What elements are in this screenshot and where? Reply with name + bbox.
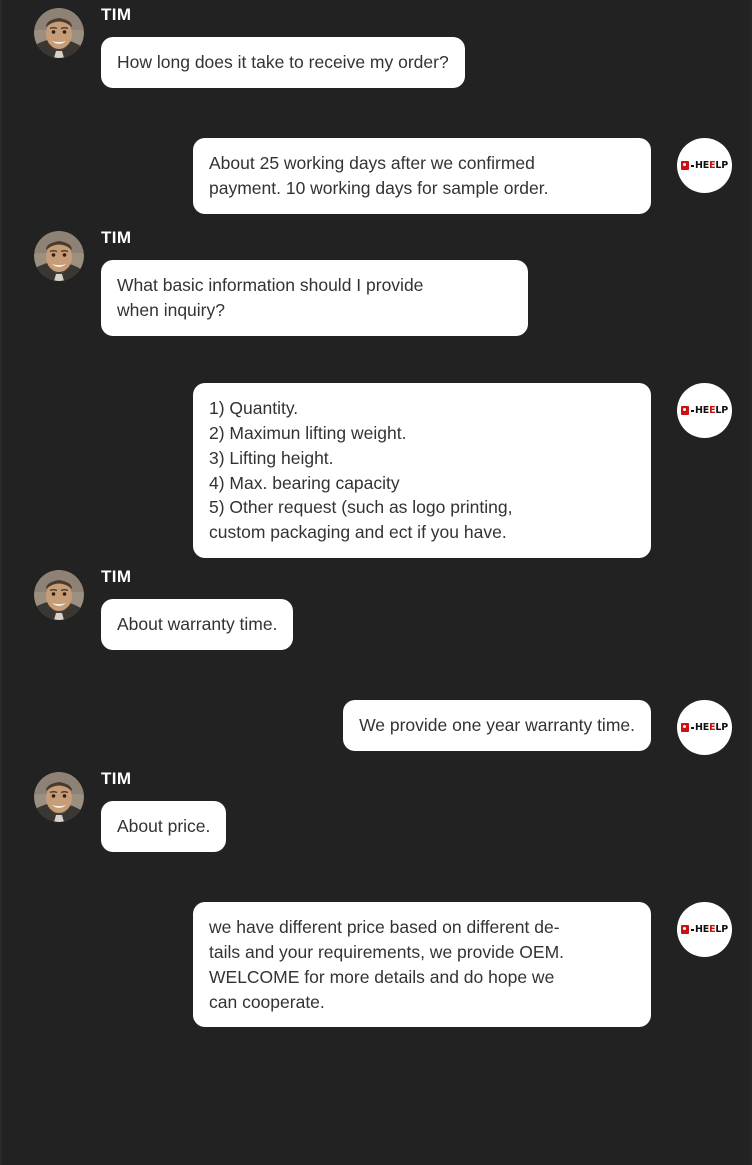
message-line: 2) Maximun lifting weight. bbox=[209, 422, 407, 443]
message-line: We provide one year warranty time. bbox=[359, 715, 635, 735]
logo-text-part-2: LP bbox=[715, 404, 728, 416]
sender-name: TIM bbox=[101, 5, 132, 24]
logo-mark-icon bbox=[681, 161, 690, 170]
logo-text-part-2: LP bbox=[715, 923, 728, 935]
heelp-logo-icon: HE E LP bbox=[681, 406, 728, 416]
heelp-logo-icon: HE E LP bbox=[681, 925, 728, 935]
message-bubble[interactable]: About warranty time. bbox=[101, 599, 294, 650]
logo-mark-icon bbox=[681, 723, 690, 732]
message-group-outgoing-2: HE E LP 1) Quantity. 2) Maximun lifting we… bbox=[0, 383, 752, 559]
message-line: WELCOME for more details and do hope we bbox=[209, 966, 555, 987]
message-line: payment. 10 working days for sample orde… bbox=[209, 177, 549, 198]
user-photo-avatar[interactable] bbox=[34, 772, 84, 822]
sender-name: TIM bbox=[101, 228, 132, 247]
logo-text-part-1: HE bbox=[695, 404, 710, 416]
logo-dash-icon bbox=[691, 409, 695, 412]
message-line: custom packaging and ect if you have. bbox=[209, 522, 507, 543]
message-bubble[interactable]: we have different price based on differe… bbox=[193, 902, 651, 1028]
message-line: 1) Quantity. bbox=[209, 398, 299, 418]
message-line: we have different price based on differe… bbox=[209, 917, 560, 937]
message-line: tails and your requirements, we provide … bbox=[209, 941, 565, 962]
logo-text-part-2: LP bbox=[715, 721, 728, 733]
message-line: when inquiry? bbox=[117, 299, 225, 320]
message-line: About price. bbox=[117, 816, 211, 836]
message-bubble[interactable]: How long does it take to receive my orde… bbox=[101, 37, 465, 88]
message-bubble[interactable]: About 25 working days after we confirmed… bbox=[193, 138, 651, 214]
logo-mark-icon bbox=[681, 406, 690, 415]
logo-text-part-1: HE bbox=[695, 923, 710, 935]
brand-logo-avatar[interactable]: HE E LP bbox=[677, 700, 732, 755]
logo-dash-icon bbox=[691, 928, 695, 931]
logo-text-part-1: HE bbox=[695, 159, 710, 171]
message-group-incoming-1: TIM How long does it take to receive my … bbox=[0, 6, 752, 88]
sender-name: TIM bbox=[101, 567, 132, 586]
logo-dash-icon bbox=[691, 164, 695, 167]
message-line: About warranty time. bbox=[117, 614, 278, 634]
message-line: can cooperate. bbox=[209, 991, 325, 1012]
message-bubble[interactable]: What basic information should I provide … bbox=[101, 260, 528, 336]
message-line: What basic information should I provide bbox=[117, 275, 424, 295]
brand-logo-avatar[interactable]: HE E LP bbox=[677, 383, 732, 438]
message-line: How long does it take to receive my orde… bbox=[117, 52, 449, 72]
heelp-logo-icon: HE E LP bbox=[681, 723, 728, 733]
user-photo-avatar[interactable] bbox=[34, 570, 84, 620]
message-line: 5) Other request (such as logo printing, bbox=[209, 497, 513, 518]
user-photo-avatar[interactable] bbox=[34, 231, 84, 281]
message-bubble[interactable]: 1) Quantity. 2) Maximun lifting weight. … bbox=[193, 383, 651, 559]
message-line: 3) Lifting height. bbox=[209, 447, 334, 468]
message-line: 4) Max. bearing capacity bbox=[209, 472, 400, 493]
chat-conversation-panel: TIM How long does it take to receive my … bbox=[0, 0, 752, 1165]
user-photo-avatar[interactable] bbox=[34, 8, 84, 58]
message-bubble[interactable]: About price. bbox=[101, 801, 227, 852]
message-group-outgoing-3: HE E LP We provide one year warranty time. bbox=[0, 700, 752, 755]
logo-dash-icon bbox=[691, 726, 695, 729]
message-group-incoming-2: TIM What basic information should I prov… bbox=[0, 229, 752, 336]
message-group-incoming-3: TIM About warranty time. bbox=[0, 568, 752, 650]
heelp-logo-icon: HE E LP bbox=[681, 161, 728, 171]
message-bubble[interactable]: We provide one year warranty time. bbox=[343, 700, 651, 751]
brand-logo-avatar[interactable]: HE E LP bbox=[677, 138, 732, 193]
brand-logo-avatar[interactable]: HE E LP bbox=[677, 902, 732, 957]
message-group-incoming-4: TIM About price. bbox=[0, 770, 752, 852]
logo-text-part-2: LP bbox=[715, 159, 728, 171]
logo-mark-icon bbox=[681, 925, 690, 934]
message-line: About 25 working days after we confirmed bbox=[209, 153, 535, 173]
message-group-outgoing-1: HE E LP About 25 working days after we con… bbox=[0, 138, 752, 214]
logo-text-part-1: HE bbox=[695, 721, 710, 733]
message-group-outgoing-4: HE E LP we have different price based on d… bbox=[0, 902, 752, 1028]
sender-name: TIM bbox=[101, 769, 132, 788]
